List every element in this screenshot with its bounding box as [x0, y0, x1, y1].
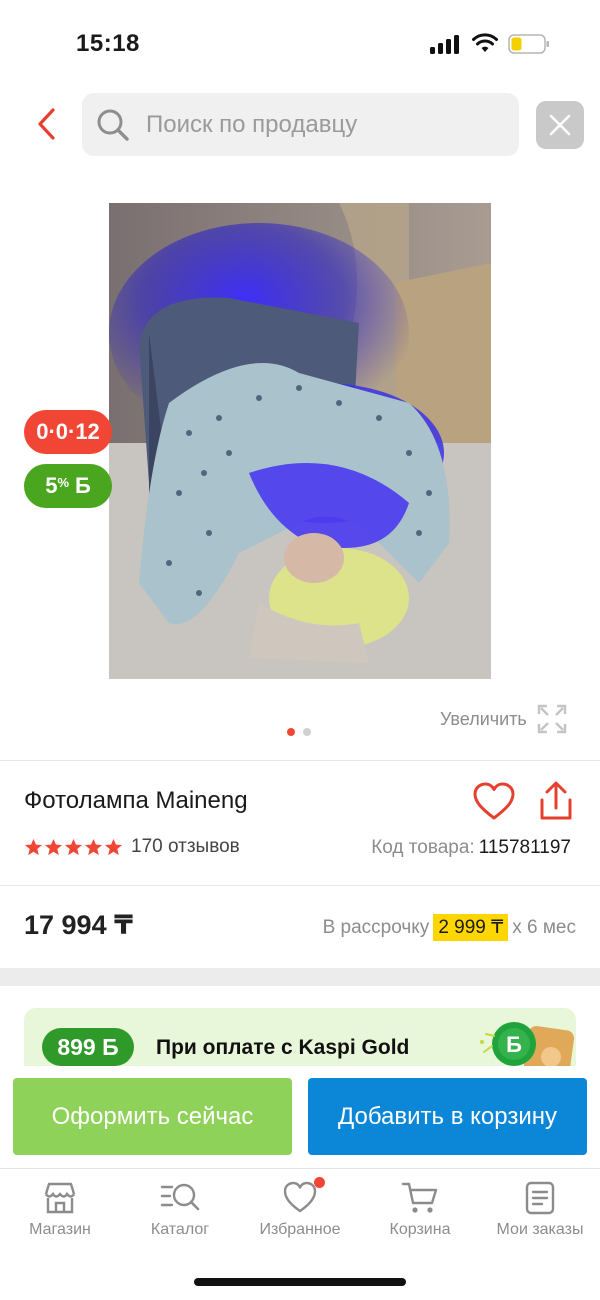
chevron-left-icon — [38, 108, 55, 140]
kaspi-gold-promo[interactable]: 899 Б При оплате с Kaspi Gold Б — [24, 1008, 576, 1066]
installment-amount: 2 999 ₸ — [433, 914, 509, 941]
catalog-search-icon — [160, 1183, 200, 1211]
add-to-favorites-button[interactable] — [472, 782, 516, 822]
promo-text: При оплате с Kaspi Gold — [156, 1036, 410, 1059]
heart-icon — [473, 782, 515, 820]
sku-value: 115781197 — [478, 837, 571, 858]
store-icon — [44, 1182, 76, 1214]
product-photo-illustration — [109, 203, 491, 679]
tab-label: Избранное — [259, 1221, 341, 1238]
notification-dot — [314, 1177, 325, 1188]
status-time: 15:18 — [76, 30, 140, 57]
promo-bonus-badge: 899 Б — [42, 1028, 134, 1066]
product-image[interactable] — [109, 203, 491, 679]
bonus-percent: 5 — [45, 473, 58, 498]
installment-prefix: В рассрочку — [322, 916, 430, 938]
sku: Код товара: 115781197 — [371, 837, 571, 859]
orders-icon — [525, 1181, 555, 1215]
svg-text:Б: Б — [506, 1032, 522, 1057]
star-icon — [44, 838, 63, 855]
tab-label: Мои заказы — [496, 1221, 584, 1238]
installment-suffix: х 6 мес — [512, 916, 576, 938]
product-title: Фотолампа Maineng — [24, 787, 248, 814]
star-icon — [24, 838, 43, 855]
order-now-button[interactable]: Оформить сейчас — [13, 1078, 292, 1155]
home-indicator[interactable] — [194, 1278, 406, 1286]
star-icon — [104, 838, 123, 855]
tab-label: Магазин — [29, 1221, 91, 1238]
close-icon — [549, 114, 571, 136]
tab-my-orders[interactable]: Мои заказы — [480, 1169, 600, 1258]
kaspi-bonus-coins-icon: Б — [480, 1022, 575, 1066]
sku-label: Код товара: — [371, 837, 475, 858]
installment-info: В рассрочку 2 999 ₸ х 6 мес — [323, 914, 576, 941]
divider — [0, 760, 600, 761]
action-bar: Оформить сейчас Добавить в корзину — [0, 1066, 600, 1166]
product-price: 17 994 ₸ — [24, 910, 133, 940]
cellular-signal-icon — [430, 34, 462, 54]
installment-badge: 0·0·12 — [24, 410, 112, 454]
tab-cart[interactable]: Корзина — [360, 1169, 480, 1258]
star-icon — [64, 838, 83, 855]
add-to-cart-button[interactable]: Добавить в корзину — [308, 1078, 587, 1155]
section-separator — [0, 968, 600, 986]
bonus-badge: 5% Б — [24, 464, 112, 508]
gallery-pagination — [287, 728, 311, 736]
tab-catalog[interactable]: Каталог — [120, 1169, 240, 1258]
reviews-link[interactable]: 170 отзывов — [131, 836, 240, 858]
bottom-tab-bar: Магазин Каталог Избранное Корзина Мои за… — [0, 1168, 600, 1258]
divider — [0, 885, 600, 886]
tab-label: Каталог — [150, 1221, 210, 1238]
status-bar: 15:18 — [0, 0, 600, 88]
cart-icon — [401, 1182, 438, 1213]
zoom-button[interactable]: Увеличить — [440, 704, 567, 734]
star-icon — [84, 838, 103, 855]
back-button[interactable] — [26, 102, 66, 146]
search-icon — [97, 109, 129, 141]
battery-icon — [508, 34, 549, 54]
clear-search-button[interactable] — [536, 101, 584, 149]
tab-store[interactable]: Магазин — [0, 1169, 120, 1258]
search-bar[interactable] — [82, 93, 519, 156]
share-icon — [540, 781, 572, 820]
tab-favorites[interactable]: Избранное — [240, 1169, 360, 1258]
share-button[interactable] — [536, 780, 576, 822]
bonus-percent-sign: % — [57, 474, 69, 490]
rating-row[interactable]: 170 отзывов — [24, 836, 240, 858]
bonus-currency: Б — [75, 473, 91, 498]
pagination-dot-active[interactable] — [287, 728, 295, 736]
zoom-label: Увеличить — [440, 708, 527, 729]
tab-label: Корзина — [389, 1221, 451, 1238]
wifi-icon — [472, 33, 498, 52]
expand-icon — [537, 704, 567, 734]
heart-icon — [283, 1181, 317, 1213]
pagination-dot[interactable] — [303, 728, 311, 736]
rating-stars — [24, 838, 123, 857]
installment-badge-text: 0·0·12 — [36, 419, 100, 444]
search-input[interactable] — [146, 110, 486, 139]
